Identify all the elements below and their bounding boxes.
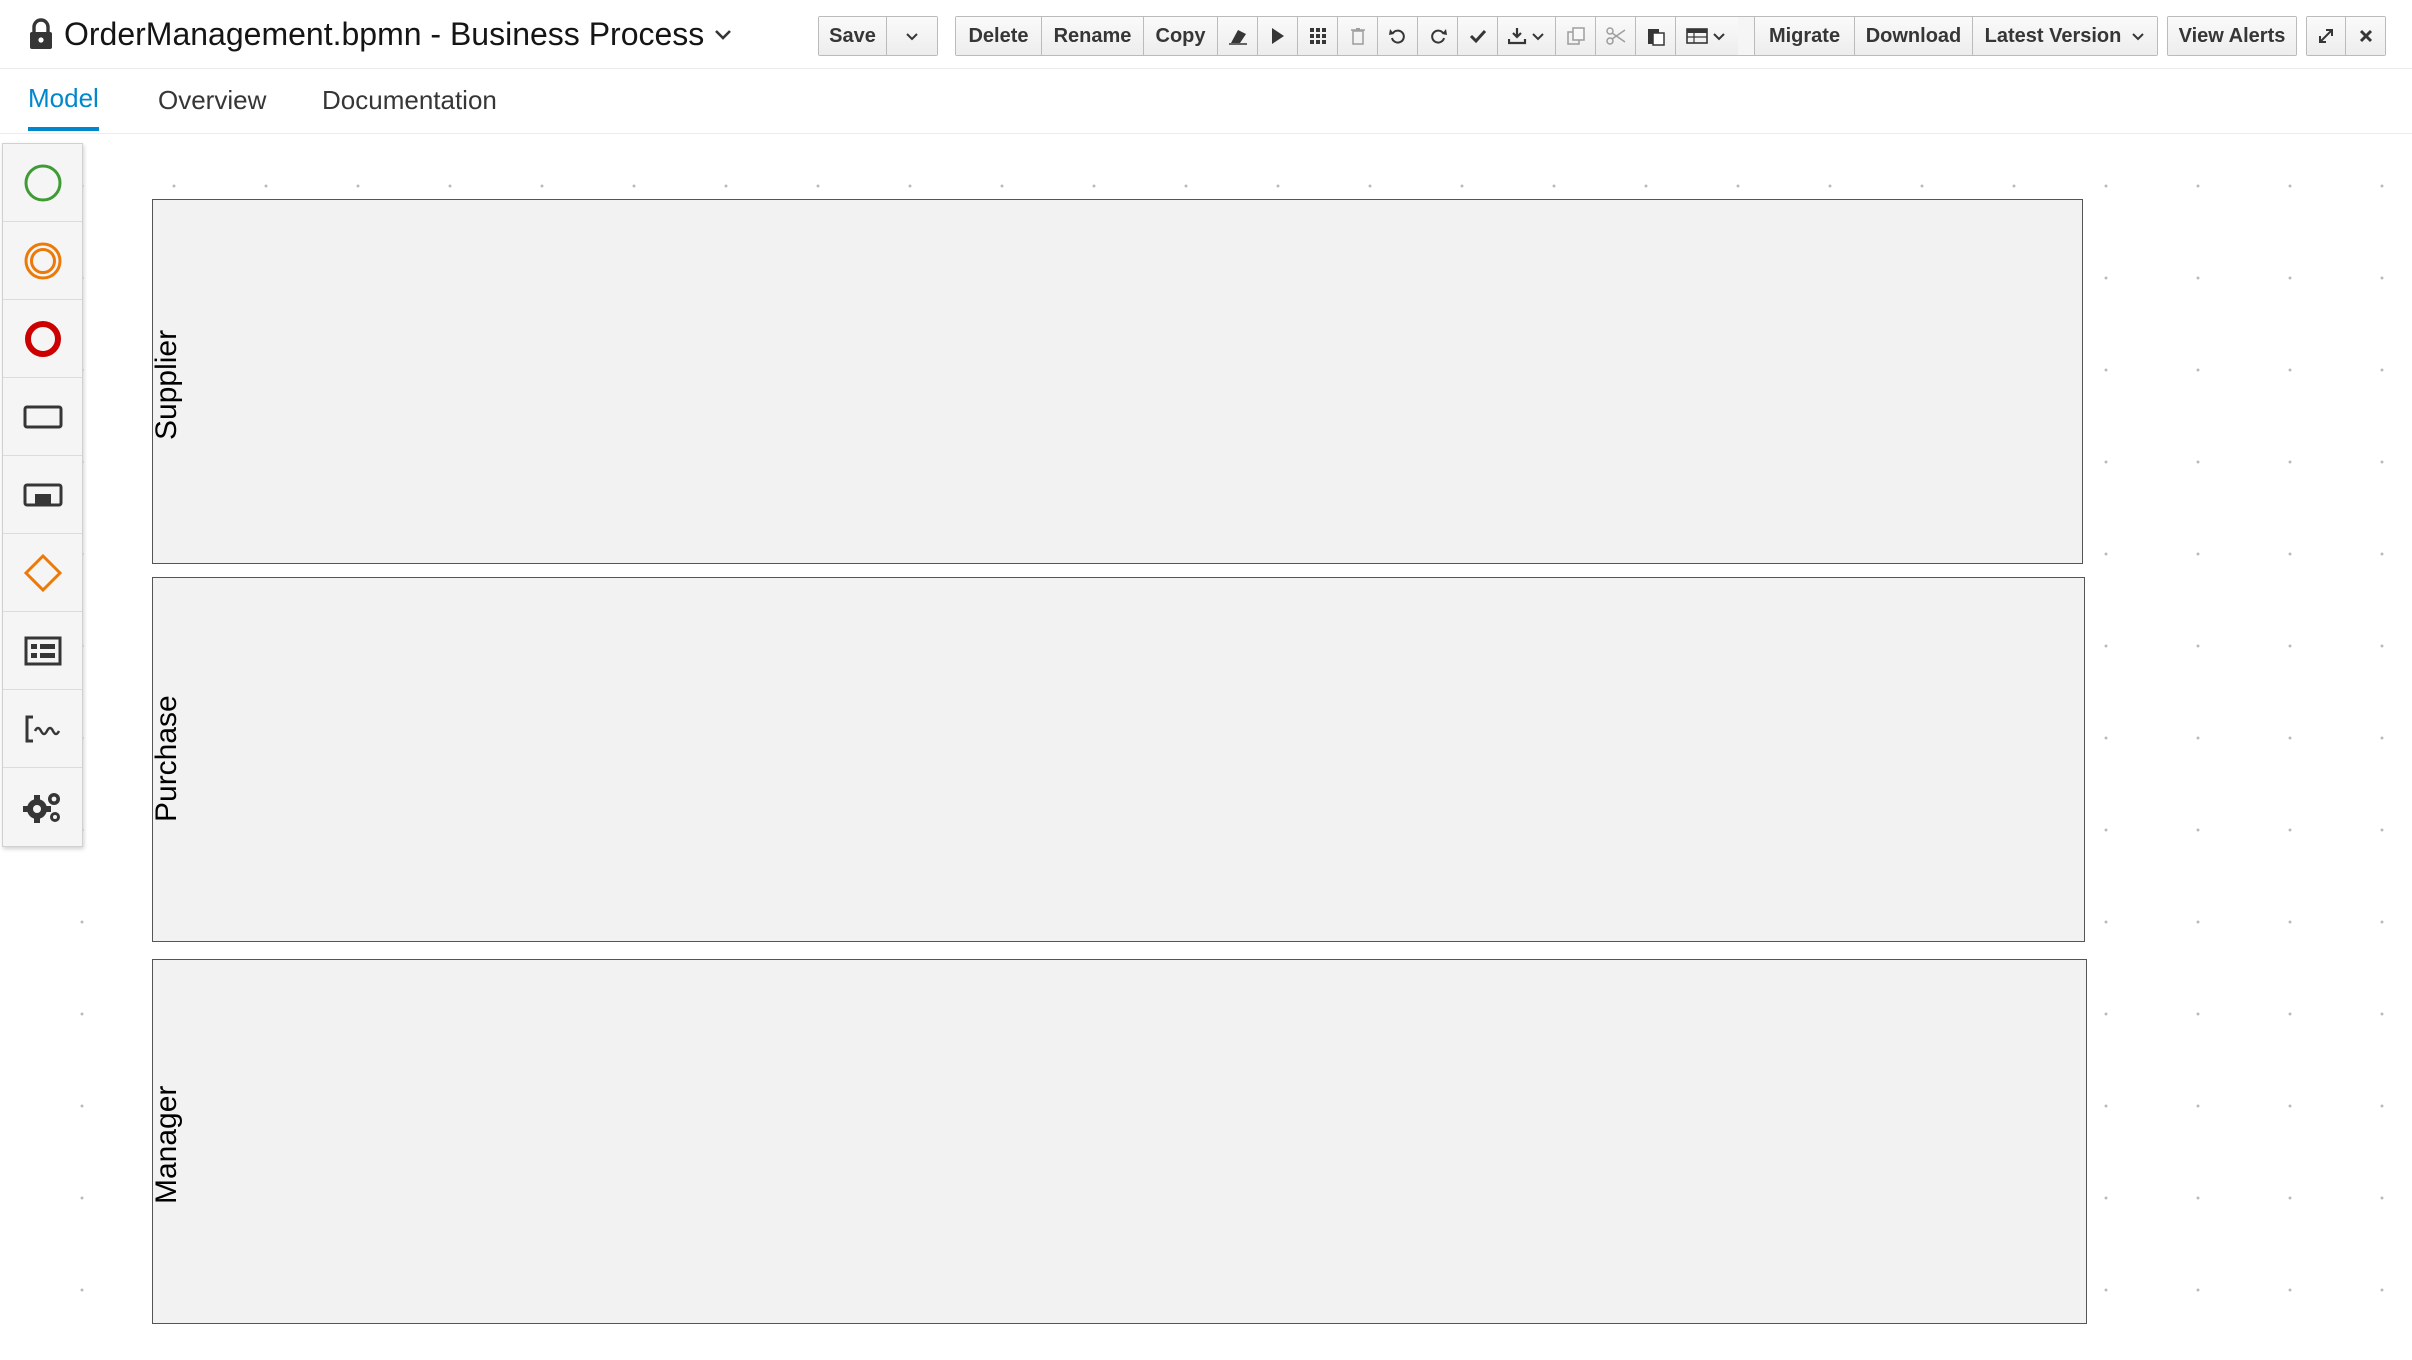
undo-icon xyxy=(1388,29,1405,44)
palette-end-events[interactable] xyxy=(3,300,82,378)
expand-icon xyxy=(2319,29,2333,43)
view-alerts-button[interactable]: View Alerts xyxy=(2168,17,2296,55)
chevron-down-icon[interactable] xyxy=(714,28,732,40)
close-icon xyxy=(2359,29,2372,43)
latest-version-label: Latest Version xyxy=(1984,24,2122,47)
grid-icon xyxy=(1309,28,1326,44)
copy-selection-button[interactable] xyxy=(1556,17,1596,55)
save-options-button[interactable] xyxy=(887,17,937,55)
close-button[interactable] xyxy=(2346,17,2385,55)
save-button[interactable]: Save xyxy=(819,17,887,55)
artifact-icon xyxy=(25,715,60,742)
tab-model[interactable]: Model xyxy=(28,69,99,131)
check-icon xyxy=(1469,29,1486,44)
chevron-down-icon xyxy=(906,32,918,40)
lane-label-manager: Manager xyxy=(150,1085,183,1204)
clear-button[interactable] xyxy=(1218,17,1258,55)
palette-intermediate-events[interactable] xyxy=(3,222,82,300)
trash-button[interactable] xyxy=(1338,17,1378,55)
lock-icon[interactable] xyxy=(28,18,54,50)
rename-button[interactable]: Rename xyxy=(1042,17,1144,55)
table-icon xyxy=(1686,28,1725,44)
delete-button[interactable]: Delete xyxy=(956,17,1042,55)
palette-gateways[interactable] xyxy=(3,534,82,612)
run-button[interactable] xyxy=(1258,17,1298,55)
gateway-icon xyxy=(23,553,62,592)
chevron-down-icon xyxy=(2132,32,2145,40)
palette-subprocesses[interactable] xyxy=(3,456,82,534)
copy-button[interactable]: Copy xyxy=(1144,17,1218,55)
validate-button[interactable] xyxy=(1458,17,1498,55)
lane-manager[interactable]: Manager xyxy=(150,959,2087,1324)
undo-button[interactable] xyxy=(1378,17,1418,55)
window-group xyxy=(2306,16,2386,56)
start-event-icon xyxy=(24,164,61,201)
palette-tasks[interactable] xyxy=(3,378,82,456)
subprocess-icon xyxy=(23,483,62,506)
maximize-button[interactable] xyxy=(2307,17,2347,55)
scissors-icon xyxy=(1605,27,1625,45)
eraser-icon xyxy=(1228,30,1247,45)
tab-documentation[interactable]: Documentation xyxy=(322,69,497,131)
editor-tabs: Model Overview Documentation xyxy=(0,69,2412,134)
page-title: OrderManagement.bpmn - Business Process xyxy=(64,15,705,52)
trash-icon xyxy=(1350,28,1365,45)
download-icon xyxy=(1507,28,1544,45)
lane-purchase[interactable]: Purchase xyxy=(150,577,2085,942)
editor-header: OrderManagement.bpmn - Business Process … xyxy=(0,0,2412,69)
palette-containers[interactable] xyxy=(3,612,82,690)
lane-label-supplier: Supplier xyxy=(150,329,183,440)
save-group: Save xyxy=(818,16,938,56)
redo-icon xyxy=(1430,29,1447,44)
download-button[interactable]: Download xyxy=(1855,17,1973,55)
version-group: Migrate Download Latest Version xyxy=(1754,16,2158,56)
task-icon xyxy=(23,405,62,428)
redo-button[interactable] xyxy=(1418,17,1458,55)
gears-icon xyxy=(22,793,60,823)
play-icon xyxy=(1271,28,1284,44)
export-button[interactable] xyxy=(1498,17,1556,55)
copy-icon xyxy=(1566,27,1585,45)
title-area[interactable]: OrderManagement.bpmn - Business Process xyxy=(28,14,732,54)
lane-supplier[interactable]: Supplier xyxy=(150,199,2083,564)
palette-artifacts[interactable] xyxy=(3,690,82,768)
intermediate-event-icon xyxy=(24,242,61,279)
alerts-group: View Alerts xyxy=(2167,16,2297,56)
container-icon xyxy=(24,636,61,665)
palette-start-events[interactable] xyxy=(3,144,82,222)
grid-button[interactable] xyxy=(1298,17,1338,55)
paste-icon xyxy=(1647,29,1665,46)
tab-overview[interactable]: Overview xyxy=(158,69,266,131)
migrate-button[interactable]: Migrate xyxy=(1755,17,1855,55)
properties-button[interactable] xyxy=(1676,17,1738,55)
end-event-icon xyxy=(24,320,61,357)
lane-label-purchase: Purchase xyxy=(150,695,183,822)
paste-button[interactable] xyxy=(1636,17,1676,55)
latest-version-dropdown[interactable]: Latest Version xyxy=(1973,17,2157,55)
cut-button[interactable] xyxy=(1596,17,1636,55)
palette-custom-tasks[interactable] xyxy=(3,768,82,846)
shape-palette xyxy=(2,143,83,847)
edit-group: Delete Rename Copy xyxy=(955,16,1795,56)
